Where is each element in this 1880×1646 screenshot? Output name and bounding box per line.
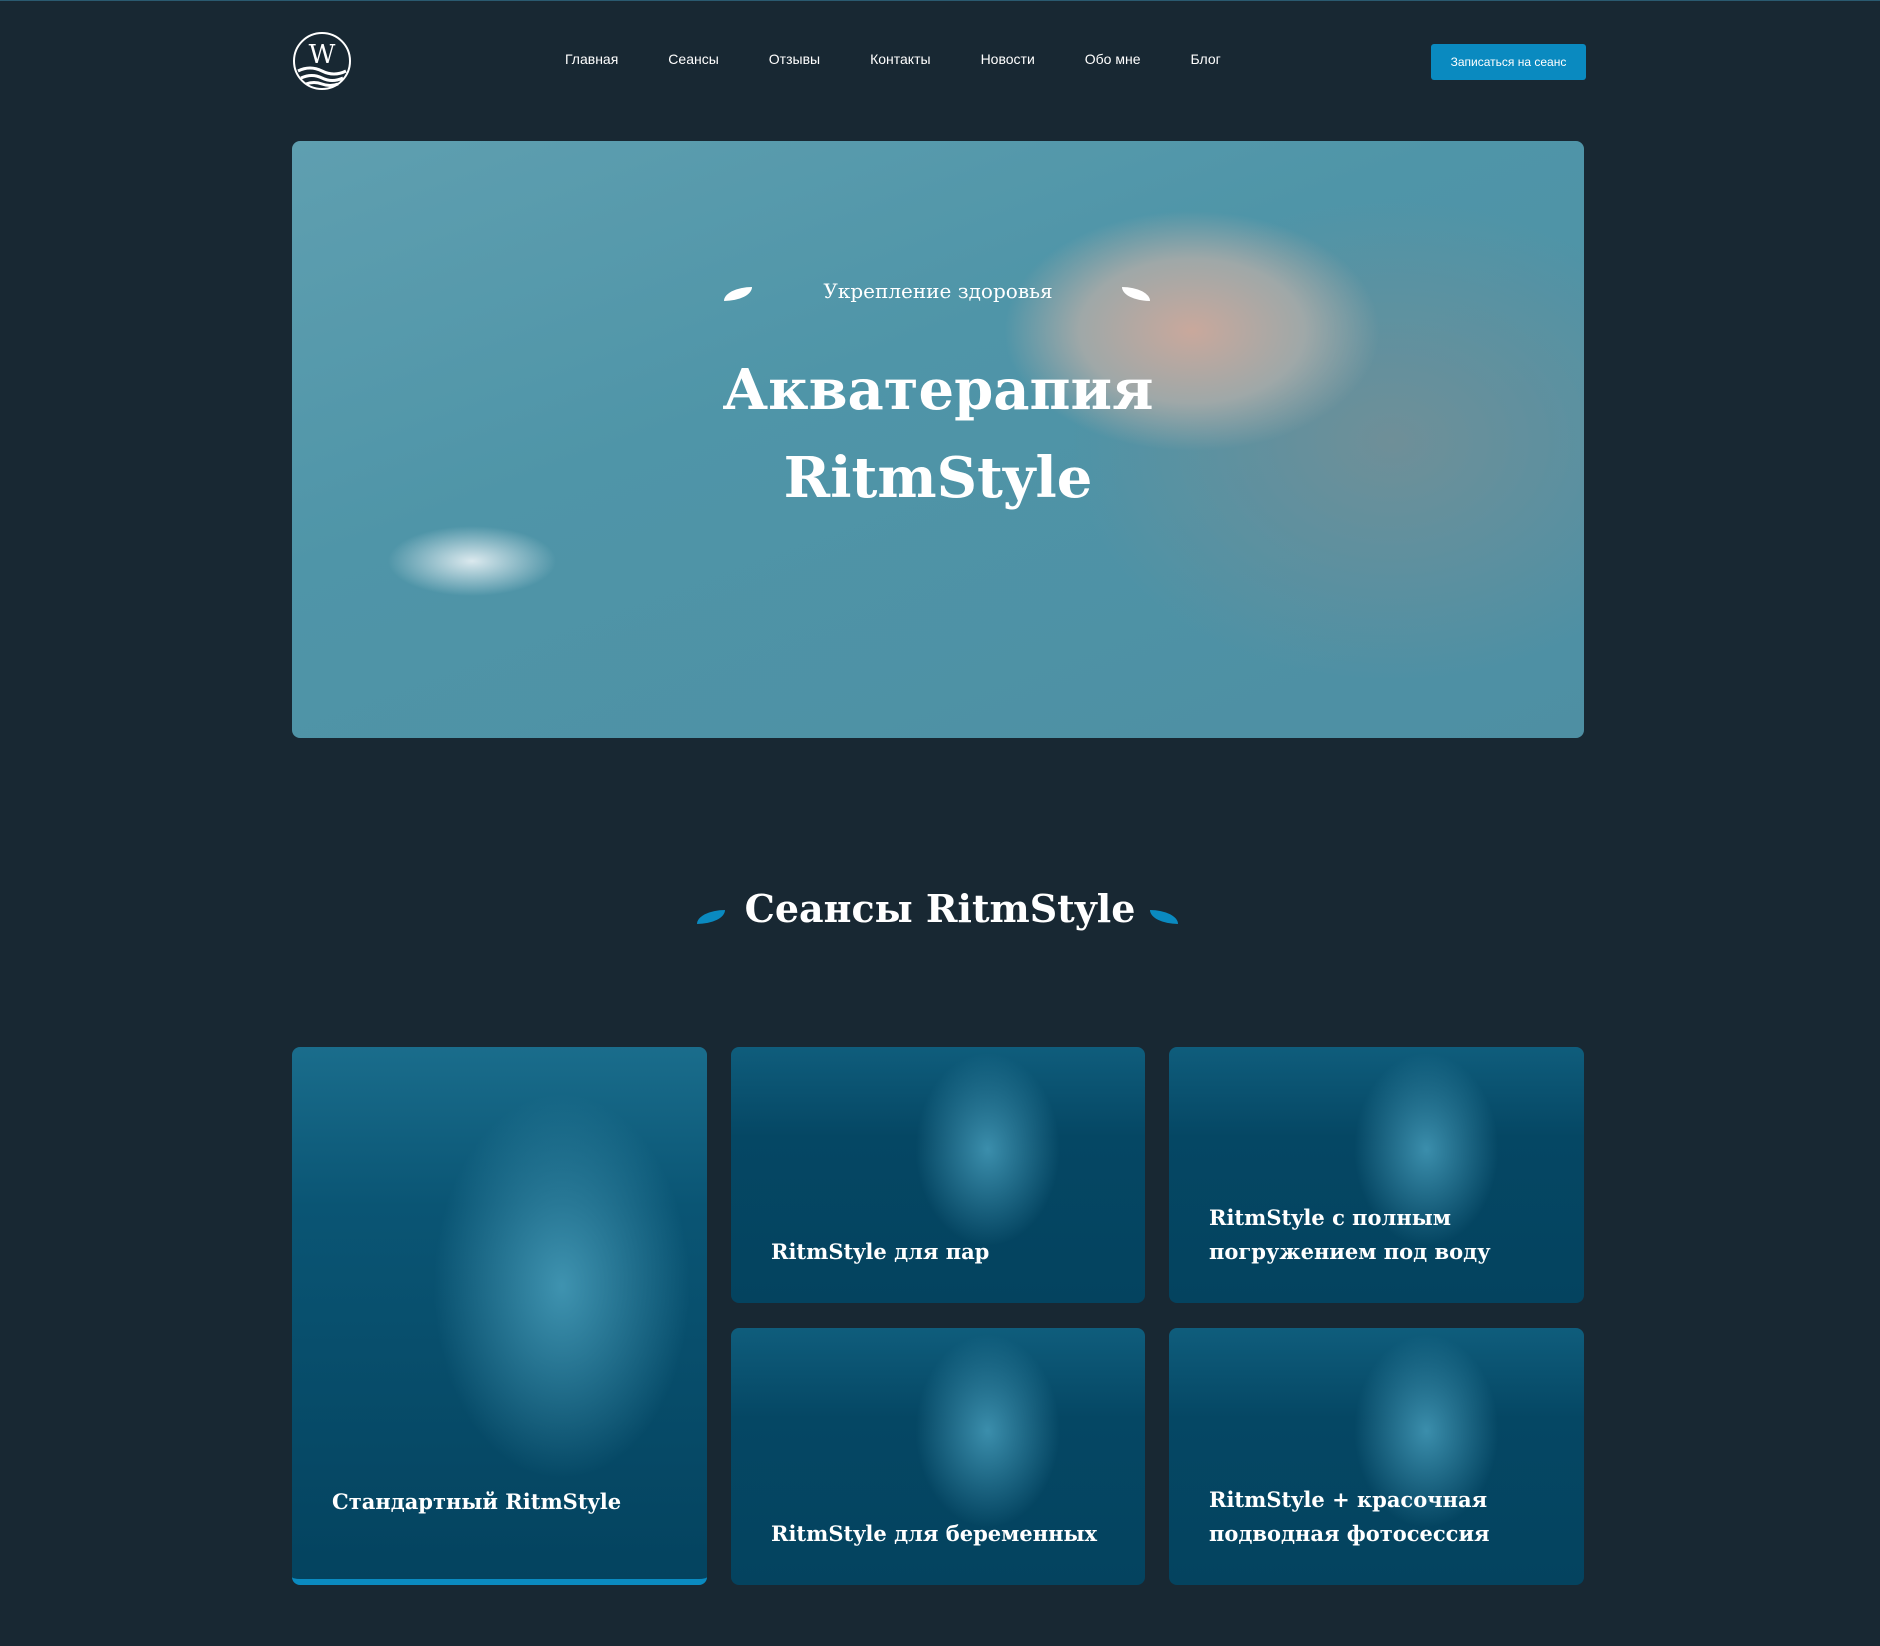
sessions-title: Сеансы RitmStyle	[744, 886, 1136, 931]
hero-title: Акватерапия RitmStyle	[722, 357, 1154, 511]
main-nav: Главная Сеансы Отзывы Контакты Новости О…	[565, 51, 1221, 67]
session-card[interactable]: RitmStyle + красочная подводная фотосесс…	[1169, 1328, 1584, 1585]
hero-banner: Укрепление здоровья Акватерапия RitmStyle	[292, 141, 1584, 738]
nav-reviews[interactable]: Отзывы	[769, 51, 820, 67]
session-card[interactable]: RitmStyle для беременных	[731, 1328, 1145, 1585]
nav-blog[interactable]: Блог	[1191, 51, 1221, 67]
logo[interactable]: W	[292, 31, 352, 91]
book-session-button[interactable]: Записаться на сеанс	[1431, 44, 1586, 80]
nav-news[interactable]: Новости	[981, 51, 1035, 67]
session-card[interactable]: RitmStyle с полным погружением под воду	[1169, 1047, 1584, 1303]
nav-contacts[interactable]: Контакты	[870, 51, 930, 67]
nav-about[interactable]: Обо мне	[1085, 51, 1141, 67]
session-card[interactable]: RitmStyle для пар	[731, 1047, 1145, 1303]
nav-home[interactable]: Главная	[565, 51, 618, 67]
session-card[interactable]: Стандартный RitmStyle	[292, 1047, 707, 1585]
hero-subtitle: Укрепление здоровья	[823, 279, 1053, 303]
svg-text:W: W	[309, 40, 336, 70]
nav-sessions[interactable]: Сеансы	[668, 51, 718, 67]
